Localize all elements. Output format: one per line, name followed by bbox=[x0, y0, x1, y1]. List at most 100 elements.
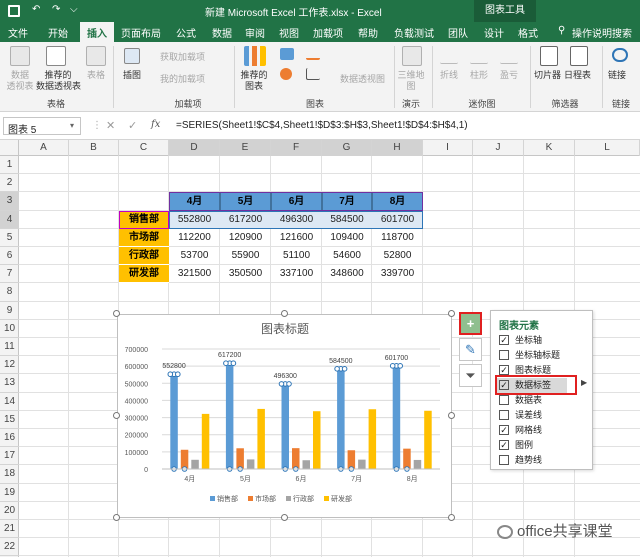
dept-cell[interactable]: 研发部 bbox=[119, 265, 169, 284]
bar-销售部[interactable] bbox=[281, 383, 290, 469]
value-cell[interactable]: 51100 bbox=[271, 247, 322, 265]
column-header-f[interactable]: F bbox=[271, 140, 322, 156]
table-button[interactable]: 表格 bbox=[82, 70, 110, 81]
tab-review[interactable]: 审阅 bbox=[245, 25, 265, 40]
data-label[interactable]: 552800 bbox=[162, 363, 185, 370]
row-header-13[interactable]: 13 bbox=[0, 374, 19, 393]
column-header-a[interactable]: A bbox=[19, 140, 69, 156]
row-header-10[interactable]: 10 bbox=[0, 320, 19, 338]
illustrations-button[interactable]: 插图 bbox=[116, 70, 148, 81]
tab-page-layout[interactable]: 页面布局 bbox=[121, 25, 161, 40]
tab-home[interactable]: 开始 bbox=[48, 25, 68, 40]
chart-element-option[interactable]: ✓ 图例 bbox=[499, 438, 533, 453]
map-3d-button[interactable]: 三维地 图 bbox=[396, 70, 426, 92]
bar-市场部[interactable] bbox=[180, 449, 189, 469]
row-header-9[interactable]: 9 bbox=[0, 302, 19, 320]
tab-insert[interactable]: 插入 bbox=[80, 22, 114, 42]
column-header-g[interactable]: G bbox=[322, 140, 372, 156]
checkbox[interactable]: ✓ bbox=[499, 364, 509, 375]
chart-element-option[interactable]: ✓ 网格线 bbox=[499, 423, 542, 438]
customize-icon[interactable]: ⌵ bbox=[70, 4, 78, 15]
chart-elements-button[interactable]: + bbox=[459, 312, 482, 335]
data-label[interactable]: 496300 bbox=[274, 373, 297, 380]
data-label[interactable]: 601700 bbox=[385, 355, 408, 362]
value-cell[interactable]: 53700 bbox=[169, 247, 220, 265]
row-header-16[interactable]: 16 bbox=[0, 429, 19, 448]
checkbox[interactable] bbox=[499, 394, 509, 405]
value-cell[interactable]: 54600 bbox=[322, 247, 372, 265]
tab-team[interactable]: 团队 bbox=[448, 25, 468, 40]
bar-研发部[interactable] bbox=[257, 408, 265, 469]
value-cell[interactable]: 337100 bbox=[271, 265, 322, 283]
column-header-e[interactable]: E bbox=[220, 140, 271, 156]
bar-市场部[interactable] bbox=[347, 450, 356, 469]
chart-element-option[interactable]: 误差线 bbox=[499, 408, 542, 423]
value-cell[interactable]: 112200 bbox=[169, 229, 220, 247]
chart-styles-brush-icon[interactable]: ✎ bbox=[459, 338, 482, 361]
bar-销售部[interactable] bbox=[170, 374, 178, 469]
value-cell[interactable]: 52800 bbox=[372, 247, 423, 265]
chart-element-option[interactable]: 坐标轴标题 bbox=[499, 348, 560, 363]
recommended-charts-button[interactable]: 推荐的 图表 bbox=[236, 70, 272, 92]
row-header-19[interactable]: 19 bbox=[0, 484, 19, 502]
dept-cell[interactable]: 行政部 bbox=[119, 247, 169, 266]
bar-销售部[interactable] bbox=[392, 365, 401, 469]
column-header-j[interactable]: J bbox=[473, 140, 524, 156]
enter-icon[interactable]: ✓ bbox=[128, 119, 137, 132]
chart-element-option[interactable]: 趋势线 bbox=[499, 453, 542, 468]
checkbox[interactable] bbox=[499, 454, 509, 465]
row-header-1[interactable]: 1 bbox=[0, 156, 19, 175]
tab-view[interactable]: 视图 bbox=[279, 25, 299, 40]
checkbox[interactable] bbox=[499, 349, 509, 360]
checkbox[interactable]: ✓ bbox=[499, 439, 509, 450]
column-header-l[interactable]: L bbox=[575, 140, 640, 156]
column-header-c[interactable]: C bbox=[119, 140, 169, 156]
sparkline-column-button[interactable]: 柱形 bbox=[470, 70, 488, 81]
row-header-7[interactable]: 7 bbox=[0, 265, 19, 284]
tab-addins[interactable]: 加载项 bbox=[313, 25, 343, 40]
column-header-b[interactable]: B bbox=[69, 140, 119, 156]
resize-handle[interactable] bbox=[448, 310, 455, 317]
undo-icon[interactable]: ↶ bbox=[32, 4, 40, 15]
legend-entry[interactable]: 市场部 bbox=[255, 494, 276, 503]
value-cell[interactable]: 350500 bbox=[220, 265, 271, 283]
name-box-dropdown-icon[interactable]: ▾ bbox=[70, 121, 74, 130]
chart-title[interactable]: 图表标题 bbox=[261, 322, 309, 336]
bar-行政部[interactable] bbox=[413, 459, 422, 469]
sparkline-winloss-button[interactable]: 盈亏 bbox=[500, 70, 518, 81]
resize-handle[interactable] bbox=[113, 514, 120, 521]
legend-entry[interactable]: 行政部 bbox=[293, 494, 314, 503]
resize-handle[interactable] bbox=[113, 310, 120, 317]
insert-function-icon[interactable]: fx bbox=[151, 119, 160, 130]
checkbox[interactable] bbox=[499, 409, 509, 420]
column-header-d[interactable]: D bbox=[169, 140, 220, 156]
chart-filters-funnel-icon[interactable]: ⏷ bbox=[459, 364, 482, 387]
row-header-22[interactable]: 22 bbox=[0, 538, 19, 557]
my-addins-button[interactable]: 我的加载项 bbox=[160, 74, 205, 85]
pivot-table-button[interactable]: 数据 透视表 bbox=[4, 70, 36, 92]
checkbox[interactable]: ✓ bbox=[499, 334, 509, 345]
bar-行政部[interactable] bbox=[191, 459, 199, 469]
legend-entry[interactable]: 销售部 bbox=[217, 494, 238, 503]
pivot-chart-button[interactable]: 数据透视图 bbox=[340, 74, 385, 85]
get-addins-button[interactable]: 获取加载项 bbox=[160, 52, 205, 63]
data-label[interactable]: 584500 bbox=[329, 358, 352, 365]
bar-行政部[interactable] bbox=[302, 460, 311, 469]
chart-element-option[interactable]: ✓ 坐标轴 bbox=[499, 333, 542, 348]
tab-formulas[interactable]: 公式 bbox=[176, 25, 196, 40]
row-header-3[interactable]: 3 bbox=[0, 192, 19, 211]
pie-chart-icon[interactable] bbox=[280, 68, 292, 80]
tab-data[interactable]: 数据 bbox=[212, 25, 232, 40]
slicer-button[interactable]: 切片器 bbox=[534, 70, 561, 81]
timeline-button[interactable]: 日程表 bbox=[564, 70, 591, 81]
legend-entry[interactable]: 研发部 bbox=[331, 494, 352, 503]
row-header-12[interactable]: 12 bbox=[0, 356, 19, 375]
formula-input[interactable]: =SERIES(Sheet1!$C$4,Sheet1!$D$3:$H$3,She… bbox=[176, 120, 468, 131]
value-cell[interactable]: 109400 bbox=[322, 229, 372, 247]
column-header-i[interactable]: I bbox=[423, 140, 473, 156]
value-cell[interactable]: 121600 bbox=[271, 229, 322, 247]
row-header-21[interactable]: 21 bbox=[0, 520, 19, 539]
value-cell[interactable]: 321500 bbox=[169, 265, 220, 283]
bar-销售部[interactable] bbox=[337, 368, 345, 469]
dept-cell[interactable]: 市场部 bbox=[119, 228, 169, 247]
